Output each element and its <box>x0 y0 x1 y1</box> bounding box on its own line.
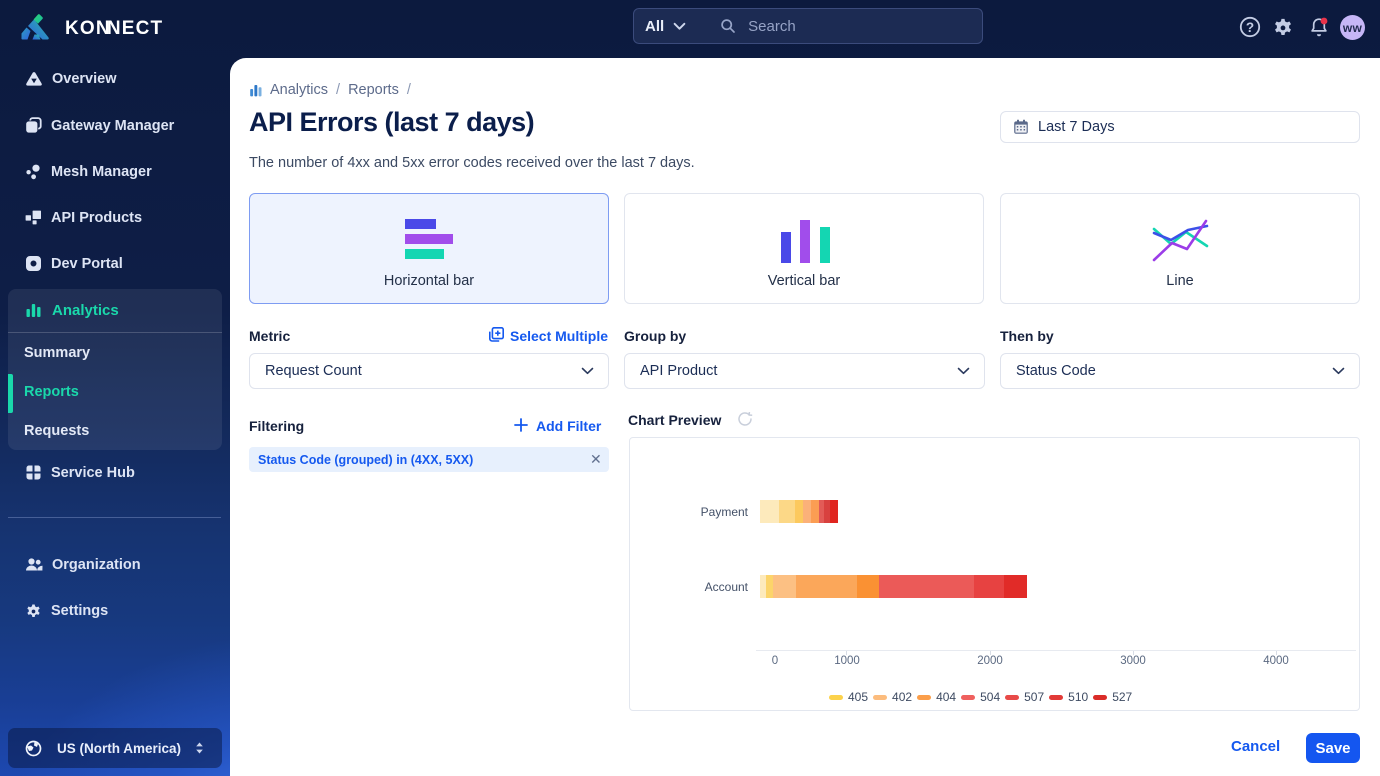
svg-text:?: ? <box>1246 20 1254 35</box>
